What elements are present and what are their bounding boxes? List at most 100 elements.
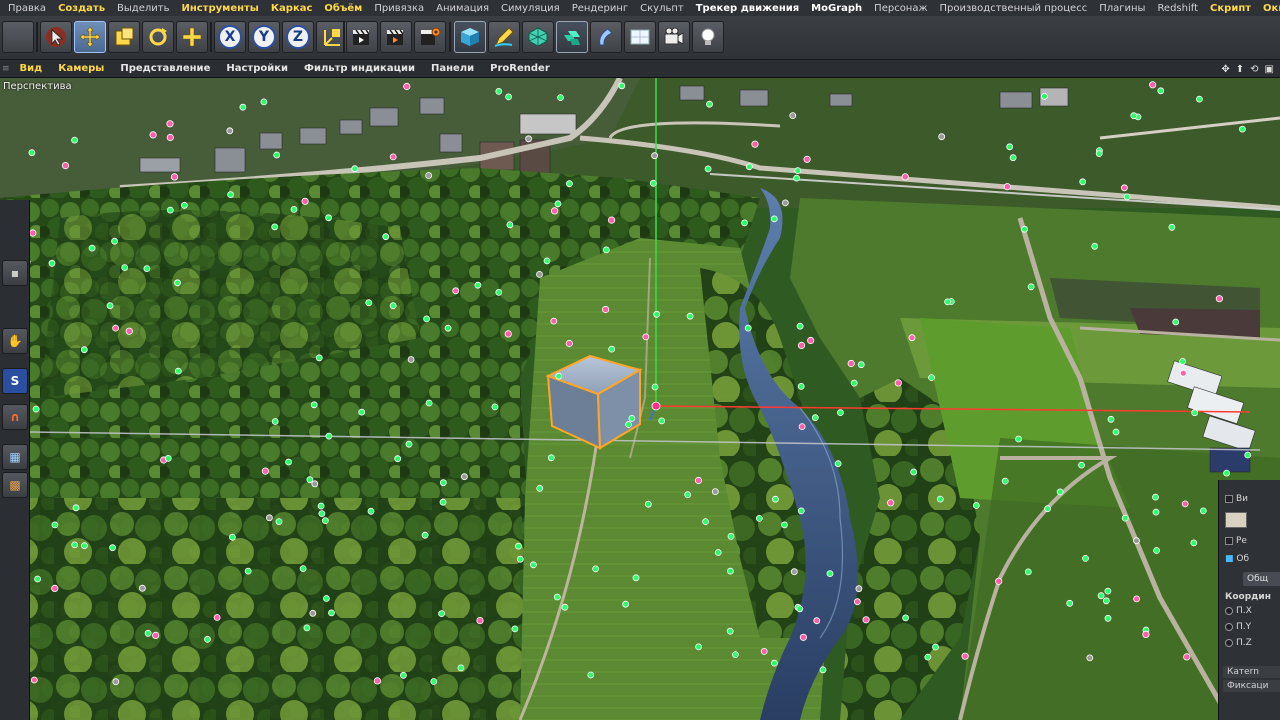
viewport-menu-item[interactable]: Представление [112, 63, 218, 74]
track-marker[interactable] [399, 671, 407, 679]
menu-item[interactable]: Производственный процесс [933, 3, 1093, 14]
track-marker[interactable] [1121, 184, 1128, 192]
track-marker[interactable] [1009, 154, 1017, 162]
track-marker[interactable] [704, 165, 712, 173]
track-marker[interactable] [325, 214, 333, 222]
track-marker[interactable] [972, 502, 980, 509]
track-marker[interactable] [1130, 112, 1138, 120]
track-marker[interactable] [382, 233, 390, 241]
track-marker[interactable] [310, 401, 318, 409]
track-marker[interactable] [1006, 143, 1014, 151]
track-marker[interactable] [322, 595, 330, 602]
track-marker[interactable] [213, 614, 221, 621]
track-marker[interactable] [837, 409, 844, 417]
scale-tool-button[interactable] [108, 21, 140, 53]
track-marker[interactable] [547, 454, 555, 462]
track-marker[interactable] [714, 549, 722, 556]
track-marker[interactable] [285, 458, 293, 466]
track-marker[interactable] [166, 206, 174, 214]
track-marker[interactable] [566, 180, 573, 188]
track-marker[interactable] [1123, 193, 1131, 201]
track-marker[interactable] [227, 191, 235, 198]
track-marker[interactable] [174, 279, 181, 287]
track-marker[interactable] [850, 379, 858, 387]
track-marker[interactable] [303, 624, 311, 632]
track-marker[interactable] [744, 324, 752, 332]
track-marker[interactable] [1107, 415, 1115, 423]
track-marker[interactable] [439, 498, 447, 506]
track-marker[interactable] [423, 315, 431, 323]
menu-item[interactable]: Рендеринг [566, 3, 634, 14]
track-marker[interactable] [204, 635, 211, 643]
track-marker[interactable] [1078, 461, 1085, 469]
x-axis-lock-button[interactable]: X [214, 21, 246, 53]
track-marker[interactable] [706, 100, 713, 108]
track-marker[interactable] [854, 598, 861, 606]
track-marker[interactable] [301, 197, 309, 205]
deformer-button[interactable] [590, 21, 622, 53]
track-marker[interactable] [797, 341, 806, 349]
track-marker[interactable] [1152, 508, 1160, 516]
recent-tool-button[interactable] [176, 21, 208, 53]
track-marker[interactable] [109, 544, 116, 552]
mode-checkbox[interactable] [1225, 536, 1233, 545]
track-marker[interactable] [602, 246, 610, 254]
menu-item[interactable]: Скрипт [1204, 3, 1257, 14]
workplane-button[interactable]: ▦ [2, 444, 28, 470]
object-row[interactable]: ■ Об [1225, 554, 1249, 564]
track-marker[interactable] [351, 165, 359, 173]
track-marker[interactable] [1181, 500, 1189, 508]
track-marker[interactable] [553, 593, 561, 601]
track-marker[interactable] [228, 533, 236, 541]
track-marker[interactable] [772, 495, 779, 503]
track-marker[interactable] [803, 155, 811, 163]
viewport-menu-item[interactable]: Вид [12, 63, 51, 74]
track-marker[interactable] [618, 82, 626, 90]
track-marker[interactable] [511, 625, 519, 633]
track-marker[interactable] [1179, 369, 1187, 377]
track-marker[interactable] [651, 383, 659, 391]
track-marker[interactable] [149, 131, 157, 139]
section-header-1[interactable]: Катеrn [1223, 666, 1280, 678]
track-marker[interactable] [732, 651, 739, 658]
render-to-picture-viewer-button[interactable] [380, 21, 412, 53]
section-header-2[interactable]: Фиксаци [1223, 680, 1280, 692]
track-marker[interactable] [318, 510, 326, 518]
menu-item[interactable]: Объём [318, 3, 368, 14]
track-marker[interactable] [760, 648, 768, 655]
track-marker[interactable] [143, 265, 151, 273]
track-marker[interactable] [88, 244, 96, 252]
menu-item[interactable]: Выделить [111, 3, 175, 14]
select-arrow-button[interactable] [40, 21, 72, 53]
track-marker[interactable] [796, 605, 804, 613]
track-marker[interactable] [71, 136, 78, 144]
track-marker[interactable] [536, 270, 543, 278]
track-marker[interactable] [726, 627, 734, 635]
menu-item[interactable]: Анимация [430, 3, 495, 14]
track-marker[interactable] [813, 617, 821, 625]
track-marker[interactable] [607, 216, 616, 224]
soft-selection-button[interactable]: ✋ [2, 328, 28, 354]
track-marker[interactable] [317, 502, 325, 510]
menu-item[interactable]: Трекер движения [690, 3, 805, 14]
track-marker[interactable] [425, 172, 433, 179]
view-checkbox-row[interactable]: Ви [1225, 494, 1248, 504]
track-marker[interactable] [908, 334, 916, 342]
track-marker[interactable] [271, 223, 279, 231]
y-axis-lock-button[interactable]: Y [248, 21, 280, 53]
track-marker[interactable] [32, 405, 40, 413]
track-marker[interactable] [315, 354, 323, 362]
track-marker[interactable] [166, 120, 174, 128]
move-view-icon[interactable]: ✥ [1221, 64, 1229, 75]
track-marker[interactable] [794, 167, 802, 174]
render-settings-button[interactable] [414, 21, 446, 53]
track-marker[interactable] [460, 473, 468, 481]
track-marker[interactable] [770, 215, 778, 223]
track-marker[interactable] [51, 584, 59, 592]
track-marker[interactable] [702, 518, 709, 526]
track-marker[interactable] [782, 199, 789, 207]
track-marker[interactable] [644, 500, 652, 508]
track-marker[interactable] [1027, 283, 1035, 291]
menu-item[interactable]: Создать [52, 3, 111, 14]
track-marker[interactable] [275, 518, 283, 526]
